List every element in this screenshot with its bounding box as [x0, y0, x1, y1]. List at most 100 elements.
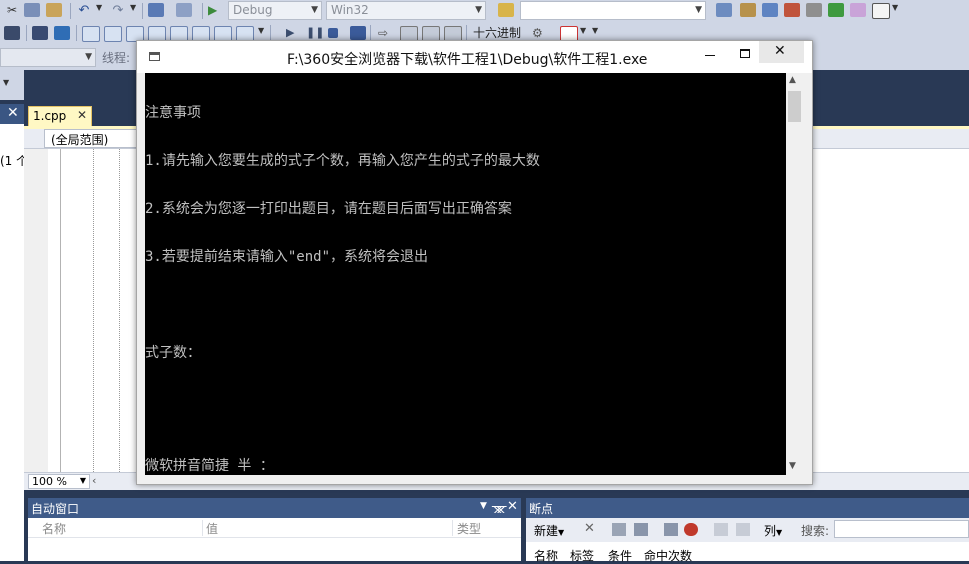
start-debug-icon[interactable]: ▶: [208, 3, 224, 17]
toolbar-separator: [70, 3, 71, 19]
extension-icon[interactable]: [828, 3, 844, 17]
column-divider: [452, 520, 453, 536]
uncomment-icon[interactable]: [54, 26, 70, 40]
object-browser-icon[interactable]: [762, 3, 778, 17]
tools-icon[interactable]: [806, 3, 822, 17]
solution-config-select[interactable]: Debug ▼: [228, 1, 322, 20]
scroll-left-icon[interactable]: ‹: [92, 474, 96, 487]
breakpoints-column-header: 名称 标签 条件 命中次数: [526, 542, 969, 564]
go-to-source-icon[interactable]: [714, 523, 728, 536]
breakpoints-column-hitcount[interactable]: 命中次数: [644, 547, 692, 564]
redo-icon[interactable]: ↷: [110, 3, 126, 18]
close-button[interactable]: ✕: [759, 41, 804, 63]
cut-icon[interactable]: ✂: [4, 3, 20, 17]
breakpoints-panel: 断点 新建▼ ✕ 列▼ 搜索: 名称 标签 条件 命中次数: [526, 498, 969, 564]
find-in-files-icon[interactable]: [498, 3, 514, 17]
left-dock-strip: ▼: [0, 70, 24, 100]
breakpoints-column-condition[interactable]: 条件: [608, 547, 632, 564]
navigate-forward-icon[interactable]: [176, 3, 192, 17]
console-output[interactable]: 注意事项 1.请先输入您要生成的式子个数，再输入您产生的式子的最大数 2.系统会…: [145, 73, 786, 475]
scroll-thumb[interactable]: [788, 91, 801, 122]
autos-column-value[interactable]: 值: [206, 520, 218, 537]
console-scrollbar[interactable]: ▲ ▼: [786, 73, 803, 475]
toolbar-options-icon[interactable]: ▼: [892, 3, 900, 17]
continue-icon[interactable]: ▶: [286, 26, 302, 40]
go-to-disassembly-icon[interactable]: [736, 523, 750, 536]
paste-icon[interactable]: [46, 3, 62, 17]
disable-all-icon[interactable]: [634, 523, 648, 536]
chevron-down-icon: ▼: [776, 528, 783, 537]
scroll-up-icon[interactable]: ▲: [789, 75, 796, 85]
close-icon: ✕: [774, 43, 786, 59]
team-icon[interactable]: [850, 3, 866, 17]
toolbar-separator: [270, 25, 271, 41]
left-panel: (1 个: [0, 124, 24, 561]
bookmark-icon[interactable]: [82, 26, 100, 42]
console-window-title: F:\360安全浏览器下载\软件工程1\Debug\软件工程1.exe: [287, 52, 648, 68]
properties-icon[interactable]: [740, 3, 756, 17]
breakpoint-search-input[interactable]: [834, 520, 969, 538]
solution-explorer-icon[interactable]: [716, 3, 732, 17]
delete-icon[interactable]: ✕: [584, 521, 595, 536]
threads-icon[interactable]: ⚙: [532, 26, 548, 40]
chevron-down-icon: ▼: [85, 52, 92, 62]
pin-icon[interactable]: ᚘ: [492, 499, 506, 513]
show-next-statement-icon[interactable]: ⇨: [378, 26, 394, 40]
autos-panel-title: 自动窗口: [31, 502, 80, 516]
navigate-back-icon[interactable]: [148, 3, 164, 17]
hexadecimal-toggle[interactable]: 十六进制: [473, 25, 521, 41]
delete-all-icon[interactable]: [612, 523, 626, 536]
autos-panel: 自动窗口 ▼ ᚘ ✕ 名称 值 类型: [28, 498, 521, 561]
columns-button[interactable]: 列▼: [764, 522, 782, 539]
comment-icon[interactable]: [32, 26, 48, 40]
breakpoint-window-dropdown-icon[interactable]: ▼: [580, 26, 588, 40]
chevron-down-icon[interactable]: ▼: [480, 501, 487, 511]
zoom-value: 100 %: [32, 475, 67, 488]
breakpoints-column-name[interactable]: 名称: [534, 547, 558, 564]
bookmark-prev-icon[interactable]: [104, 26, 122, 42]
close-icon[interactable]: ✕: [77, 108, 87, 122]
process-select[interactable]: ▼: [0, 48, 96, 67]
standard-toolbar: ✂ ↶ ▼ ↷ ▼ ▶ Debug ▼ Win32 ▼ ▼ ▼: [0, 0, 969, 23]
scroll-down-icon[interactable]: ▼: [789, 461, 796, 471]
breakpoints-column-labels[interactable]: 标签: [570, 547, 594, 564]
toolbar-options-icon[interactable]: ▼: [3, 78, 11, 92]
chevron-down-icon: ▼: [311, 5, 318, 15]
minimize-icon[interactable]: [705, 55, 715, 56]
console-title-bar[interactable]: F:\360安全浏览器下载\软件工程1\Debug\软件工程1.exe ✕: [137, 41, 812, 73]
pause-icon[interactable]: ❚❚: [306, 26, 324, 40]
redo-dropdown-icon[interactable]: ▼: [130, 3, 138, 17]
restart-icon[interactable]: [350, 26, 366, 40]
undo-dropdown-icon[interactable]: ▼: [96, 3, 104, 17]
new-breakpoint-button[interactable]: 新建▼: [534, 522, 564, 539]
close-icon[interactable]: ✕: [7, 105, 19, 121]
copy-icon[interactable]: [24, 3, 40, 17]
solution-platform-select[interactable]: Win32 ▼: [326, 1, 486, 20]
toolbar-options-icon[interactable]: ▼: [592, 26, 600, 40]
zoom-select[interactable]: 100 % ▼: [28, 474, 90, 489]
find-combo[interactable]: ▼: [520, 1, 706, 20]
left-panel-text: (1 个: [0, 154, 24, 168]
undo-icon[interactable]: ↶: [76, 3, 92, 18]
console-line: 1.请先输入您要生成的式子个数，再输入您产生的式子的最大数: [145, 153, 540, 169]
chevron-down-icon: ▼: [475, 5, 482, 15]
toolbox-icon[interactable]: [784, 3, 800, 17]
close-icon[interactable]: ✕: [507, 499, 518, 514]
format-icon[interactable]: [4, 26, 20, 40]
stop-icon[interactable]: [328, 28, 338, 38]
window-layout-icon[interactable]: [872, 3, 890, 19]
solution-platform-value: Win32: [331, 3, 369, 17]
toolbar-options-icon[interactable]: ▼: [258, 26, 266, 40]
tab-1-cpp[interactable]: 1.cpp ✕: [28, 106, 92, 126]
import-icon[interactable]: [684, 523, 698, 536]
toolbar-separator: [26, 25, 27, 41]
breakpoints-panel-title: 断点: [529, 502, 554, 516]
breakpoints-toolbar: 新建▼ ✕ 列▼ 搜索:: [526, 518, 969, 542]
autos-column-type[interactable]: 类型: [457, 520, 481, 537]
line-number-border: [60, 149, 61, 472]
columns-label: 列: [764, 524, 777, 538]
autos-column-name[interactable]: 名称: [42, 520, 66, 537]
maximize-icon[interactable]: [740, 49, 750, 58]
export-icon[interactable]: [664, 523, 678, 536]
